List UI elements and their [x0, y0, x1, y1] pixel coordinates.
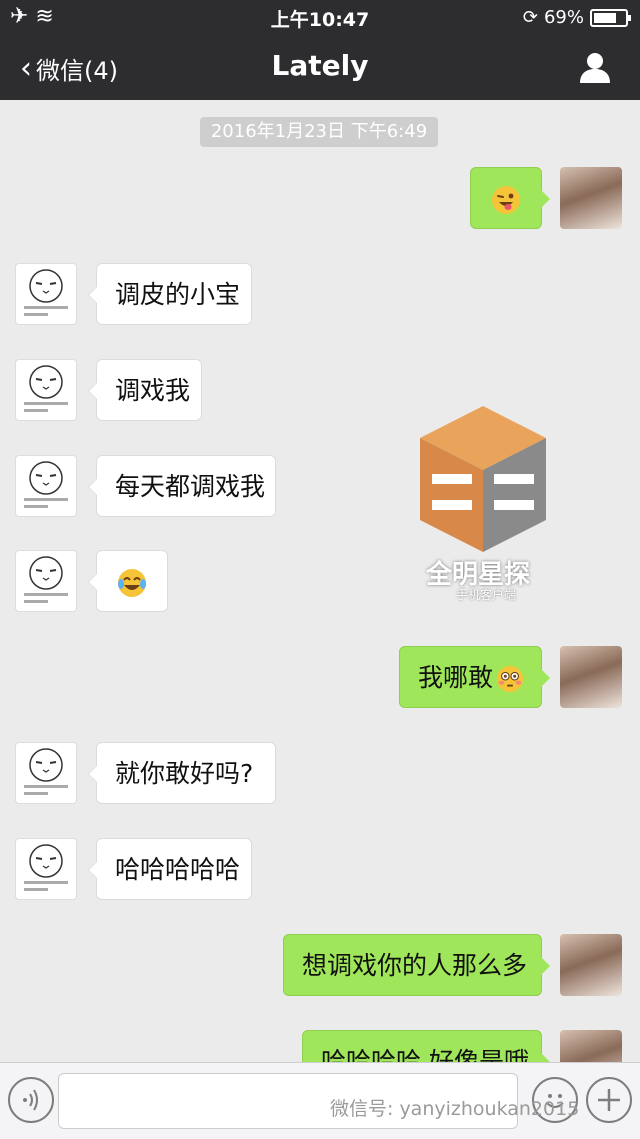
message-text: 哈哈哈哈哈 [115, 855, 241, 884]
status-bar: ✈ ≋ 上午10:47 ⟳ 69% [0, 0, 640, 34]
voice-button[interactable] [8, 1077, 54, 1123]
cartoon-face-icon [24, 461, 68, 508]
contact-avatar[interactable] [15, 742, 77, 804]
chat-title: Lately [271, 49, 369, 82]
message-text: 就你敢好吗? [115, 759, 254, 788]
my-avatar[interactable] [560, 646, 622, 708]
cartoon-face-icon [24, 365, 68, 412]
rotation-lock-icon: ⟳ [522, 7, 538, 28]
status-right: ⟳ 69% [522, 7, 631, 28]
wink-tongue-emoji-icon [492, 186, 520, 214]
contact-avatar[interactable] [15, 359, 77, 421]
battery-icon [590, 8, 631, 27]
watermark-logo: 全明星探 手机客户端 [418, 404, 548, 602]
more-button[interactable] [586, 1077, 632, 1123]
contact-avatar[interactable] [15, 455, 77, 517]
contact-avatar[interactable] [15, 838, 77, 900]
plus-icon [598, 1089, 620, 1111]
contact-avatar[interactable] [15, 263, 77, 325]
voice-wave-icon [23, 1089, 38, 1111]
cartoon-face-icon [24, 844, 68, 891]
contact-avatar[interactable] [15, 550, 77, 612]
chat-timestamp: 2016年1月23日 下午6:49 [200, 117, 438, 147]
message-bubble-incoming[interactable] [88, 550, 168, 612]
message-bubble-incoming[interactable]: 就你敢好吗? [88, 742, 276, 804]
footer-watermark: 微信号: yanyizhoukan2015 [330, 1098, 580, 1120]
my-avatar[interactable] [560, 167, 622, 229]
nav-bar: ‹ 微信(4) Lately [0, 34, 640, 100]
message-text: 想调戏你的人那么多 [302, 951, 528, 980]
flushed-emoji-icon [496, 665, 524, 693]
message-bubble-outgoing[interactable]: 想调戏你的人那么多 [283, 934, 550, 996]
my-avatar[interactable] [560, 934, 622, 996]
message-bubble-incoming[interactable]: 每天都调戏我 [88, 455, 276, 517]
message-bubble-outgoing[interactable]: 我哪敢 [399, 646, 550, 708]
cartoon-face-icon [24, 748, 68, 795]
message-text: 每天都调戏我 [115, 472, 266, 501]
person-icon[interactable] [578, 50, 612, 84]
message-bubble-outgoing[interactable] [470, 167, 550, 229]
message-bubble-incoming[interactable]: 调戏我 [88, 359, 202, 421]
tears-of-joy-emoji-icon [118, 569, 146, 597]
message-text: 我哪敢 [418, 663, 494, 692]
battery-percent: 69% [543, 7, 584, 28]
watermark-subtitle: 手机客户端 [456, 588, 517, 602]
message-text: 调皮的小宝 [115, 280, 241, 309]
cartoon-face-icon [24, 269, 68, 316]
cartoon-face-icon [24, 556, 68, 603]
message-bubble-incoming[interactable]: 调皮的小宝 [88, 263, 252, 325]
message-bubble-incoming[interactable]: 哈哈哈哈哈 [88, 838, 252, 900]
message-text: 调戏我 [115, 376, 191, 405]
cube-logo-icon [420, 406, 546, 552]
